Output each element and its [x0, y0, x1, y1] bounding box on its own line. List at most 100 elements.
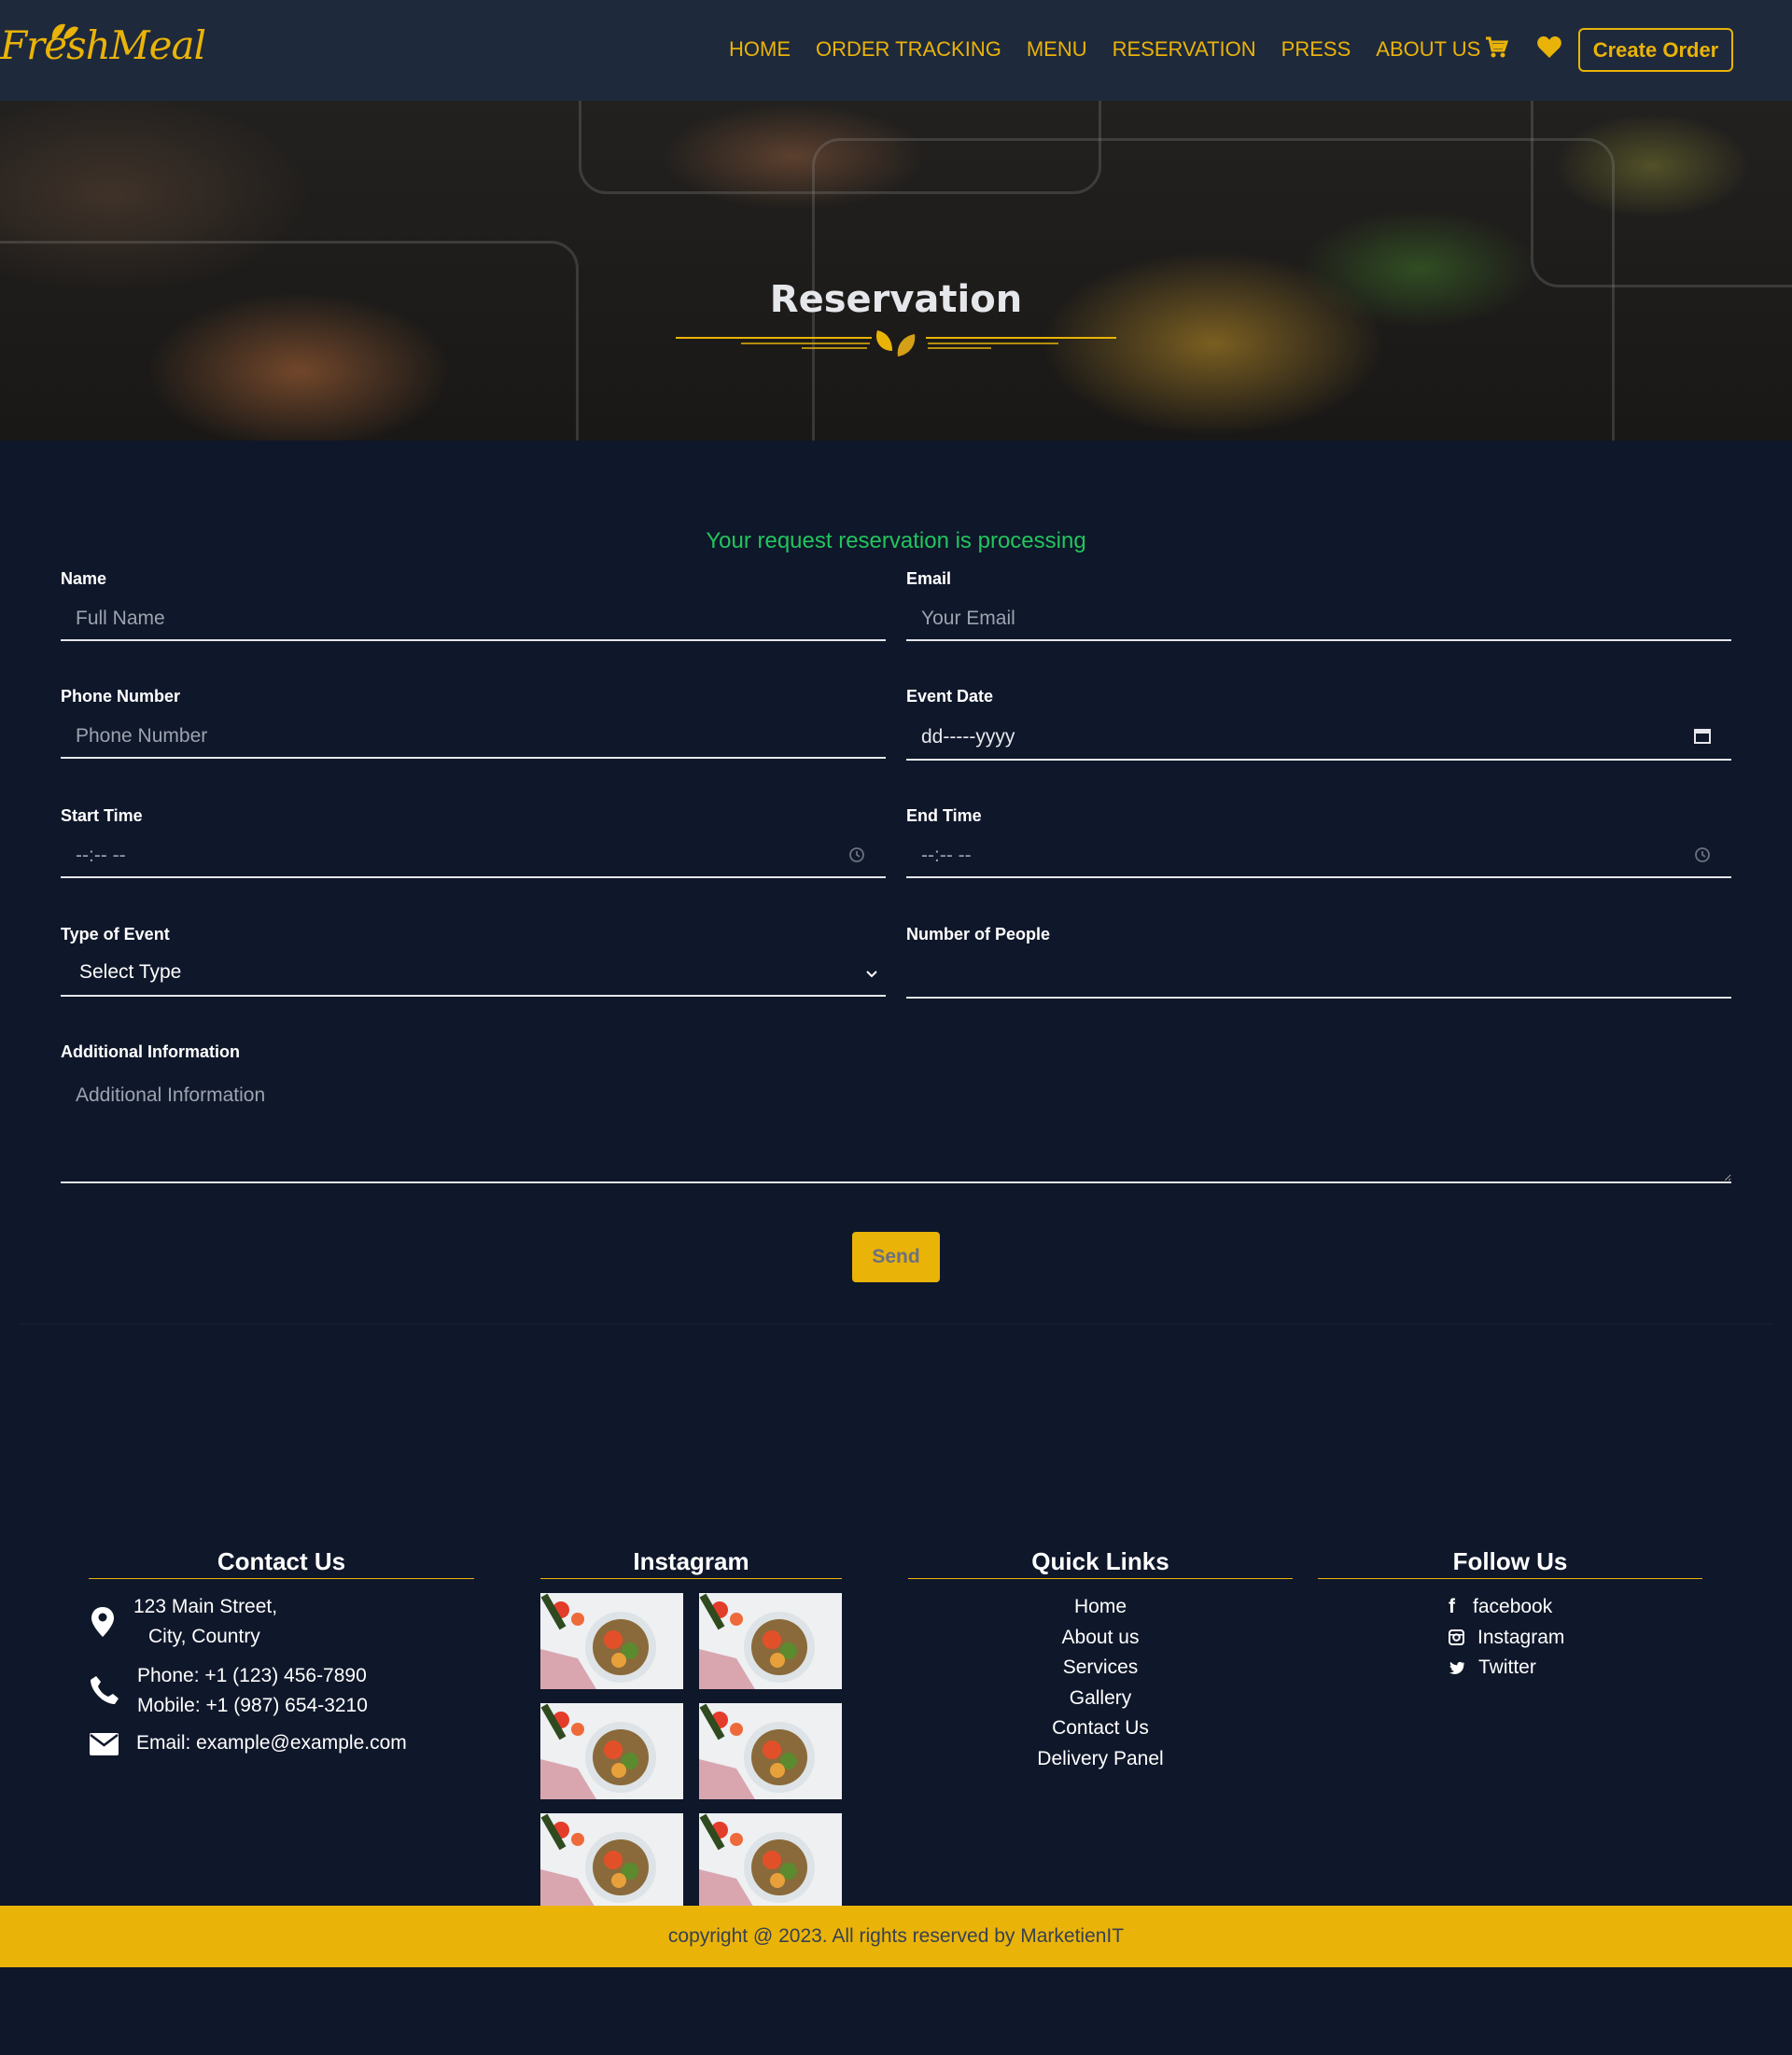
- nav-icons: [1484, 35, 1562, 60]
- phone-icon: [91, 1676, 119, 1704]
- follow-list: f facebook Instagram Twitter: [1318, 1592, 1702, 1684]
- event-date-wrapper: [906, 716, 1731, 761]
- email-label: Email: [906, 569, 952, 588]
- instagram-photo[interactable]: [699, 1703, 842, 1799]
- hero-banner: Reservation: [0, 101, 1792, 440]
- clock-icon[interactable]: [1694, 846, 1711, 863]
- end-time-label: End Time: [906, 806, 982, 825]
- address-line1: 123 Main Street,: [133, 1596, 278, 1617]
- nav-reservation[interactable]: RESERVATION: [1113, 37, 1256, 62]
- people-field-group: Number of People: [906, 925, 1731, 999]
- phone-label: Phone Number: [61, 687, 181, 706]
- start-time-input[interactable]: [61, 835, 886, 878]
- name-input[interactable]: [61, 598, 886, 641]
- start-time-field-group: Start Time: [61, 806, 886, 878]
- event-type-selected: Select Type: [79, 961, 182, 983]
- phone-text: Phone: +1 (123) 456-7890: [137, 1665, 367, 1686]
- send-button[interactable]: Send: [852, 1232, 940, 1282]
- end-time-input[interactable]: [906, 835, 1731, 878]
- follow-twitter[interactable]: Twitter: [1318, 1653, 1702, 1684]
- copyright-bar: copyright @ 2023. All rights reserved by…: [0, 1906, 1792, 1967]
- address-line2: City, Country: [148, 1626, 260, 1647]
- nav-order-tracking[interactable]: ORDER TRACKING: [816, 37, 1001, 62]
- end-time-field-group: End Time: [906, 806, 1731, 878]
- quick-links-list: Home About us Services Gallery Contact U…: [908, 1592, 1293, 1774]
- section-divider: [19, 1323, 1773, 1324]
- hero-tray: [579, 101, 1101, 194]
- instagram-gallery: [540, 1593, 842, 1909]
- additional-textarea[interactable]: [61, 1071, 1731, 1183]
- follow-instagram[interactable]: Instagram: [1318, 1623, 1702, 1654]
- instagram-photo[interactable]: [540, 1813, 683, 1909]
- start-time-label: Start Time: [61, 806, 143, 825]
- envelope-icon: [90, 1733, 119, 1755]
- people-input[interactable]: [906, 954, 1731, 999]
- phone-field-group: Phone Number: [61, 687, 886, 759]
- quick-links-title: Quick Links: [908, 1547, 1293, 1579]
- start-time-wrapper: [61, 835, 886, 878]
- calendar-icon[interactable]: [1694, 727, 1711, 744]
- email-text: Email: example@example.com: [136, 1732, 407, 1754]
- logo[interactable]: FreshMeal: [0, 22, 206, 68]
- additional-field-group: Additional Information: [61, 1042, 1731, 1188]
- status-message: Your request reservation is processing: [706, 528, 1086, 553]
- quick-link-contact[interactable]: Contact Us: [908, 1713, 1293, 1744]
- facebook-icon: f: [1449, 1596, 1455, 1617]
- event-type-field-group: Type of Event Select Type: [61, 925, 886, 997]
- follow-facebook[interactable]: f facebook: [1318, 1592, 1702, 1623]
- follow-column: Follow Us f facebook Instagram Twitter: [1318, 1547, 1702, 1684]
- quick-link-services[interactable]: Services: [908, 1653, 1293, 1684]
- chevron-down-icon[interactable]: [865, 970, 878, 979]
- additional-label: Additional Information: [61, 1042, 240, 1061]
- event-date-input[interactable]: [906, 716, 1731, 761]
- instagram-column: Instagram: [540, 1547, 842, 1909]
- instagram-icon: [1449, 1629, 1464, 1646]
- name-label: Name: [61, 569, 107, 588]
- nav-press[interactable]: PRESS: [1281, 37, 1351, 62]
- phone-input[interactable]: [61, 716, 886, 759]
- nav-menu[interactable]: MENU: [1027, 37, 1087, 62]
- follow-instagram-label: Instagram: [1477, 1626, 1565, 1648]
- follow-twitter-label: Twitter: [1478, 1657, 1536, 1678]
- follow-title: Follow Us: [1318, 1547, 1702, 1579]
- address-row: 123 Main Street, City, Country: [89, 1592, 474, 1652]
- location-pin-icon: [91, 1607, 114, 1637]
- end-time-wrapper: [906, 835, 1731, 878]
- hero-tray: [0, 241, 579, 440]
- nav-home[interactable]: HOME: [729, 37, 791, 62]
- mobile-text: Mobile: +1 (987) 654-3210: [137, 1695, 368, 1716]
- quick-link-gallery[interactable]: Gallery: [908, 1684, 1293, 1714]
- follow-facebook-label: facebook: [1473, 1596, 1553, 1617]
- quick-link-about[interactable]: About us: [908, 1623, 1293, 1654]
- instagram-photo[interactable]: [699, 1593, 842, 1689]
- event-date-label: Event Date: [906, 687, 994, 706]
- nav-about-us[interactable]: ABOUT US: [1376, 37, 1480, 62]
- people-label: Number of People: [906, 925, 1051, 944]
- clock-icon[interactable]: [848, 846, 865, 863]
- instagram-title: Instagram: [540, 1547, 842, 1579]
- instagram-photo[interactable]: [699, 1813, 842, 1909]
- phone-row: Phone: +1 (123) 456-7890 Mobile: +1 (987…: [89, 1661, 474, 1721]
- quick-link-home[interactable]: Home: [908, 1592, 1293, 1623]
- contact-title: Contact Us: [89, 1547, 474, 1579]
- cart-icon[interactable]: [1484, 35, 1508, 60]
- page-title: Reservation: [769, 278, 1023, 321]
- email-input[interactable]: [906, 598, 1731, 641]
- heart-icon[interactable]: [1536, 35, 1562, 60]
- footer: Contact Us 123 Main Street, City, Countr…: [0, 1374, 1792, 1967]
- quick-links-column: Quick Links Home About us Services Galle…: [908, 1547, 1293, 1774]
- quick-link-delivery-panel[interactable]: Delivery Panel: [908, 1744, 1293, 1775]
- contact-column: Contact Us 123 Main Street, City, Countr…: [89, 1547, 474, 1758]
- name-field-group: Name: [61, 569, 886, 641]
- title-divider-leaf-icon: [676, 330, 1116, 356]
- navbar: FreshMeal HOME ORDER TRACKING MENU RESER…: [0, 0, 1792, 101]
- logo-text: FreshMeal: [0, 22, 206, 68]
- instagram-photo[interactable]: [540, 1593, 683, 1689]
- instagram-photo[interactable]: [540, 1703, 683, 1799]
- main-nav: HOME ORDER TRACKING MENU RESERVATION PRE…: [729, 37, 1505, 62]
- create-order-button[interactable]: Create Order: [1578, 28, 1733, 72]
- event-type-select[interactable]: Select Type: [61, 954, 886, 997]
- event-type-label: Type of Event: [61, 925, 170, 944]
- reservation-form: Your request reservation is processing N…: [0, 440, 1792, 1374]
- leaf-icon: [51, 23, 78, 41]
